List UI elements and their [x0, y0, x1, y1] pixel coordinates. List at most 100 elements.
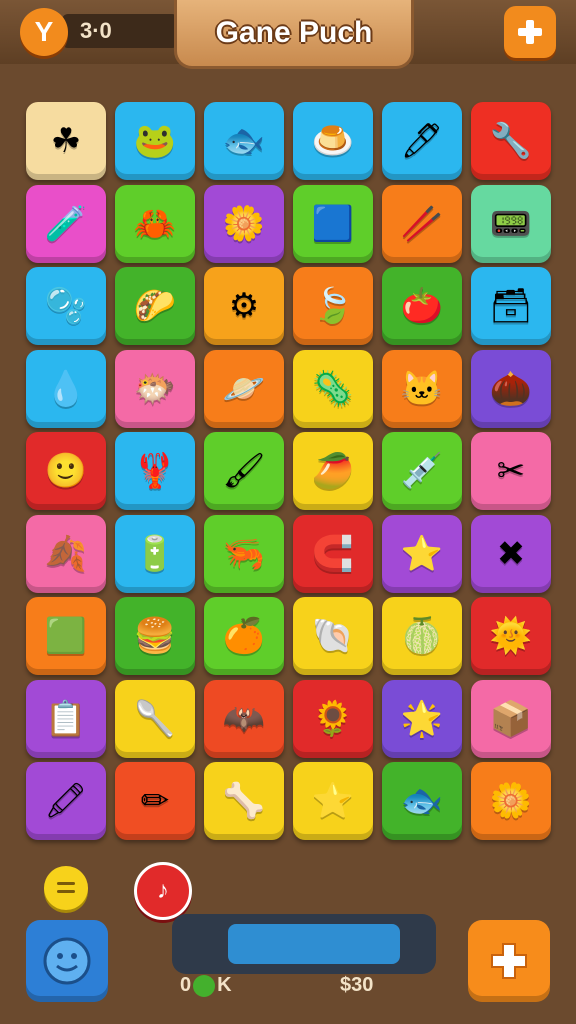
tile-r7-c5[interactable]: 🍈 [382, 597, 462, 675]
tile-icon: 🐟 [222, 122, 266, 160]
menu-button[interactable] [44, 866, 88, 910]
tile-r4-c3[interactable]: 🪐 [204, 349, 284, 428]
tile-icon: 🥄 [133, 699, 177, 738]
tile-r9-c4[interactable]: ⭐ [293, 762, 373, 840]
music-note-icon: ♪ [157, 877, 169, 904]
tile-icon: 🐸 [133, 122, 177, 160]
tile-r6-c2[interactable]: 🔋 [115, 514, 195, 593]
tile-r7-c3[interactable]: 🍊 [204, 597, 284, 675]
coin-counter-suffix: K [217, 974, 232, 996]
tile-r3-c2[interactable]: 🌮 [115, 267, 195, 345]
tile-icon: 🍂 [44, 534, 88, 573]
coin-counter-prefix: 0 [180, 974, 192, 996]
tile-icon: 🧪 [44, 204, 88, 243]
tile-icon: ✏ [140, 782, 170, 820]
tile-icon: ✖ [496, 534, 526, 573]
game-board: ☘ 🐸 🐟 🍮 🖊 🔧 🧪 🦀 🌼 🟦 🥢 📟 🫧 🌮 ⚙ 🍃 🍅 🗃 💧 🐡 🪐 🦠 🐱 🌰 🙂 🦞 🖌 🥭 💉 ✂ 🍂 🔋 🦐 🧲 ⭐ ✖ 🟩 🍔 🍊 🐚… [18, 90, 558, 860]
tile-icon: 💧 [44, 369, 88, 408]
tile-r5-c1[interactable]: 🙂 [26, 432, 106, 510]
tile-icon: 🌼 [489, 782, 533, 820]
tile-r3-c3[interactable]: ⚙ [204, 267, 284, 345]
tile-r6-c6[interactable]: ✖ [471, 514, 551, 593]
tile-r3-c1[interactable]: 🫧 [26, 267, 106, 345]
tile-r2-c2[interactable]: 🦀 [115, 184, 195, 263]
tile-r2-c5[interactable]: 🥢 [382, 184, 462, 263]
tile-r9-c2[interactable]: ✏ [115, 762, 195, 840]
tile-r4-c1[interactable]: 💧 [26, 349, 106, 428]
tile-r7-c1[interactable]: 🟩 [26, 597, 106, 675]
tile-icon: 🌟 [400, 699, 444, 738]
tile-r5-c5[interactable]: 💉 [382, 432, 462, 510]
tile-icon: 🍈 [400, 617, 444, 655]
tile-icon: 🥢 [400, 204, 444, 243]
tile-r8-c2[interactable]: 🥄 [115, 679, 195, 758]
tile-icon: 🍃 [311, 287, 355, 325]
tile-icon: 🐡 [133, 369, 177, 408]
tile-icon: ⭐ [400, 534, 444, 573]
add-bottom-button[interactable] [468, 920, 550, 1002]
tile-icon: 🦴 [222, 782, 266, 820]
tile-r9-c1[interactable]: 🖍 [26, 762, 106, 840]
tile-r1-c6[interactable]: 🔧 [471, 102, 551, 180]
tile-r2-c1[interactable]: 🧪 [26, 184, 106, 263]
tile-r5-c6[interactable]: ✂ [471, 432, 551, 510]
tile-icon: 🦞 [133, 452, 177, 490]
money-label: $30 [340, 974, 374, 996]
tile-r7-c6[interactable]: 🌞 [471, 597, 551, 675]
tile-icon: 📋 [44, 699, 88, 738]
tile-icon: 🟩 [44, 617, 88, 655]
plus-icon [518, 20, 542, 44]
tile-r8-c4[interactable]: 🌻 [293, 679, 373, 758]
tile-r8-c6[interactable]: 📦 [471, 679, 551, 758]
tile-icon: 🍅 [400, 287, 444, 325]
tile-r4-c2[interactable]: 🐡 [115, 349, 195, 428]
tile-icon: ⚙ [228, 287, 260, 325]
tile-r8-c1[interactable]: 📋 [26, 679, 106, 758]
tile-r1-c3[interactable]: 🐟 [204, 102, 284, 180]
tile-icon: 🦐 [222, 534, 266, 573]
tile-r2-c6[interactable]: 📟 [471, 184, 551, 263]
tile-r6-c4[interactable]: 🧲 [293, 514, 373, 593]
tile-icon: 🦠 [311, 369, 355, 408]
tile-r8-c3[interactable]: 🦇 [204, 679, 284, 758]
tile-r5-c3[interactable]: 🖌 [204, 432, 284, 510]
tile-icon: 🖍 [44, 782, 88, 820]
tile-r3-c4[interactable]: 🍃 [293, 267, 373, 345]
tile-r1-c2[interactable]: 🐸 [115, 102, 195, 180]
add-button[interactable] [504, 6, 556, 58]
tile-r2-c4[interactable]: 🟦 [293, 184, 373, 263]
tile-r9-c3[interactable]: 🦴 [204, 762, 284, 840]
tile-r9-c5[interactable]: 🐟 [382, 762, 462, 840]
smiley-button[interactable] [26, 920, 108, 1002]
tile-r6-c5[interactable]: ⭐ [382, 514, 462, 593]
tile-r5-c2[interactable]: 🦞 [115, 432, 195, 510]
tile-r9-c6[interactable]: 🌼 [471, 762, 551, 840]
tile-r5-c4[interactable]: 🥭 [293, 432, 373, 510]
tile-r4-c4[interactable]: 🦠 [293, 349, 373, 428]
progress-bar [172, 914, 436, 974]
tile-r6-c1[interactable]: 🍂 [26, 514, 106, 593]
tile-icon: 🍊 [222, 617, 266, 655]
music-button[interactable]: ♪ [134, 862, 192, 920]
tile-r2-c3[interactable]: 🌼 [204, 184, 284, 263]
game-title: Gane Puch [215, 16, 373, 49]
tile-r6-c3[interactable]: 🦐 [204, 514, 284, 593]
y-badge-button[interactable]: Y [20, 8, 68, 56]
tile-r4-c5[interactable]: 🐱 [382, 349, 462, 428]
tile-r4-c6[interactable]: 🌰 [471, 349, 551, 428]
tile-r7-c2[interactable]: 🍔 [115, 597, 195, 675]
tile-r1-c5[interactable]: 🖊 [382, 102, 462, 180]
tile-r1-c1[interactable]: ☘ [26, 102, 106, 180]
tile-icon: 📦 [489, 699, 533, 738]
tile-icon: 🖊 [400, 122, 444, 160]
tile-r7-c4[interactable]: 🐚 [293, 597, 373, 675]
tile-r1-c4[interactable]: 🍮 [293, 102, 373, 180]
tile-r3-c5[interactable]: 🍅 [382, 267, 462, 345]
tile-icon: 🖌 [222, 452, 266, 490]
tile-r3-c6[interactable]: 🗃 [471, 267, 551, 345]
tile-icon: 🌻 [311, 699, 355, 738]
tile-icon: 🌮 [133, 287, 177, 325]
equals-icon [57, 882, 75, 893]
tile-icon: 🧲 [311, 534, 355, 573]
tile-r8-c5[interactable]: 🌟 [382, 679, 462, 758]
